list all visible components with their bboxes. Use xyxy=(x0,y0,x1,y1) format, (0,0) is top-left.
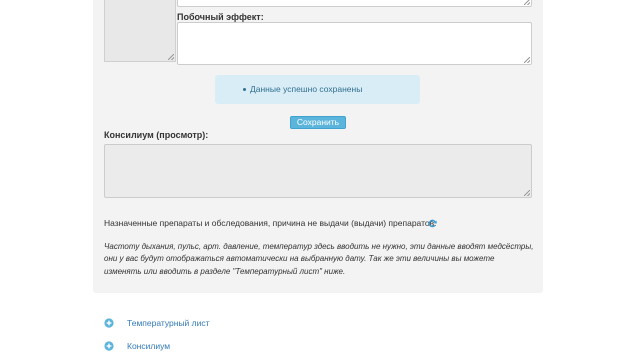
previous-textarea[interactable] xyxy=(177,0,532,7)
plus-circle-icon xyxy=(104,318,114,328)
side-box xyxy=(104,0,176,62)
resize-grip[interactable] xyxy=(524,0,530,5)
resize-grip[interactable] xyxy=(524,190,530,196)
save-button[interactable]: Сохранить xyxy=(290,116,346,129)
bullet xyxy=(243,88,246,91)
resize-grip[interactable] xyxy=(524,57,530,63)
link-label[interactable]: Температурный лист xyxy=(127,318,210,328)
side-effect-label: Побочный эффект: xyxy=(177,12,264,22)
consilium-textarea[interactable] xyxy=(104,144,532,198)
vitals-note: Частоту дыхания, пульс, арт. давление, т… xyxy=(104,242,534,276)
consilium-label: Консилиум (просмотр): xyxy=(104,130,209,140)
alert-message: Данные успешно сохранены xyxy=(250,84,363,94)
link-label[interactable]: Консилиум xyxy=(127,341,170,351)
prescriptions-label: Назначенные препараты и обследования, пр… xyxy=(104,218,437,228)
refresh-icon[interactable] xyxy=(428,219,437,228)
plus-circle-icon xyxy=(104,341,114,351)
success-alert: Данные успешно сохранены xyxy=(215,75,420,104)
resize-grip[interactable] xyxy=(168,54,174,60)
side-effect-textarea[interactable] xyxy=(177,22,532,65)
